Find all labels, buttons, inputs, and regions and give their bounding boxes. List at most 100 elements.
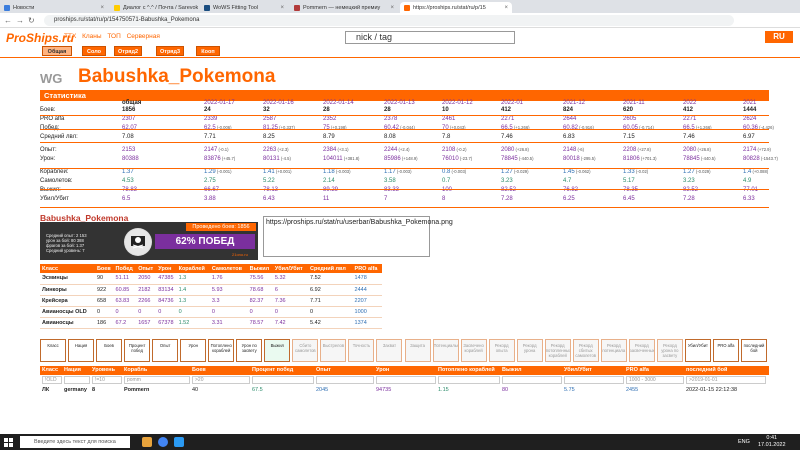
ships-table-header-cell[interactable]: Нация [64,366,81,375]
ships-filter-input[interactable]: 1000 - 3000 [626,376,684,384]
nav-link-ttx[interactable]: ТТХ [64,33,76,40]
ships-table-header-cell[interactable]: Выжил [502,366,521,375]
ships-filter-input[interactable]: pomm [124,376,190,384]
filter-toggle-button[interactable]: Рекорд урона по засвету [656,339,683,362]
close-icon[interactable]: × [390,5,394,11]
filter-toggle-button[interactable]: Выстрелов [320,339,347,362]
close-icon[interactable]: × [280,5,284,11]
mode-button-all[interactable]: Общая [42,46,72,56]
browser-tab[interactable]: Новости × [0,2,108,13]
stats-value: 620 [623,107,634,113]
filter-toggle-button[interactable]: Опыт [152,339,179,362]
stats-delta: (+26.8) [696,147,711,152]
table-row[interactable]: Крейсера 658 63.83 2266 84736 1.3 3.3 82.37 7.36… [40,295,382,307]
filter-toggle-button[interactable]: последний бой [740,339,767,362]
system-clock[interactable]: 0:41 17.01.2022 [758,435,786,449]
ships-table-header-cell[interactable]: Уровень [92,366,115,375]
filter-toggle-button[interactable]: Захват [376,339,403,362]
ships-filter-input[interactable] [64,376,90,384]
mode-button-div3[interactable]: Отряд3 [156,46,184,56]
stats-cell: 83876 (+45.7) [204,155,235,163]
browser-tab[interactable]: https://proships.ru/stat/ru/p/15 × [400,2,512,13]
nav-link-server[interactable]: Серверная [127,33,160,40]
ships-table-header-cell[interactable]: Урон [376,366,389,375]
ships-table-header-cell[interactable]: Боев [192,366,206,375]
mode-button-div2[interactable]: Отряд2 [114,46,142,56]
filter-toggle-button[interactable]: Боев [96,339,123,362]
stats-value: 76.82 [563,187,579,193]
filter-toggle-button[interactable]: Рекорд сбитых самолетов [572,339,599,362]
table-row[interactable]: ЛК germany 8 Pommern 40 67.5 2045 94735 1.15 80 5.… [40,386,769,395]
ships-table-header-cell[interactable]: Корабль [124,366,147,375]
filter-toggle-button[interactable]: Точность [348,339,375,362]
ships-filter-input[interactable]: !OLD [42,376,62,384]
table-row[interactable]: Авианосцы 186 67.2 1657 67378 1.52 3.31 78.57 7.… [40,317,382,329]
filter-toggle-button[interactable]: Рекорд потенциала [600,339,627,362]
chrome-icon[interactable] [158,437,168,447]
userbar-url-textarea[interactable]: https://proships.ru/stat/ru/userbar/Babu… [263,216,453,257]
ships-filter-input[interactable] [564,376,624,384]
filter-toggle-button[interactable]: Процент побед [124,339,151,362]
taskbar-search-input[interactable]: Введите здесь текст для поиска [20,436,130,448]
class-stats-table: Класс Боев Побед Опыт Урон Кораблей Самолетов В… [40,264,382,329]
stats-value: 2.75 [204,178,216,184]
browser-tab[interactable]: Pommern — немецкий премиу × [290,2,398,13]
filter-toggle-button[interactable]: Убил/Убит [684,339,711,362]
table-row[interactable]: Линкоры 922 60.85 2182 83134 1.4 5.93 78.68 6 6.9… [40,284,382,296]
ships-filter-input[interactable] [438,376,500,384]
table-row[interactable]: Авианосцы OLD 0 0 0 0 0 0 0 0 0 1000 [40,306,382,318]
ships-filter-input[interactable] [316,376,374,384]
ships-table-header-cell[interactable]: Процент побед [252,366,293,375]
ships-table-cell: 5.75 [564,387,575,393]
search-input[interactable]: nick / tag [345,31,515,44]
filter-toggle-button[interactable]: Выжил [264,339,291,362]
ships-table-header-cell[interactable]: Потоплено кораблей [438,366,495,375]
filter-toggle-button[interactable]: Защита [404,339,431,362]
ships-table-header-cell[interactable]: PRO alfa [626,366,649,375]
ships-table-header-cell[interactable]: Опыт [316,366,331,375]
ships-table-header-cell[interactable]: Убил/Убит [564,366,592,375]
filter-toggle-button[interactable]: Рекорд опыта [488,339,515,362]
filter-toggle-button[interactable]: Потенциальн [432,339,459,362]
close-icon[interactable]: × [100,5,104,11]
keyboard-language[interactable]: ENG [738,439,750,445]
ships-table-header-cell[interactable]: Класс [42,366,58,375]
filter-toggle-button[interactable]: Урон [180,339,207,362]
mode-button-solo[interactable]: Соло [82,46,106,56]
reload-icon[interactable]: ↻ [28,15,35,26]
back-icon[interactable]: ← [4,15,12,26]
forward-icon[interactable]: → [16,15,24,26]
filter-toggle-button[interactable]: Сбито самолетов [292,339,319,362]
filter-toggle-button[interactable]: PRO alfa [712,339,739,362]
ships-filter-input[interactable]: !=10 [92,376,122,384]
ships-filter-input[interactable] [502,376,562,384]
player-clan[interactable]: WG [40,71,62,86]
nav-link-top[interactable]: ТОП [107,33,120,40]
windows-start-icon[interactable] [4,438,13,447]
app-icon[interactable] [174,437,184,447]
filter-toggle-button[interactable]: Урон по засвету [236,339,263,362]
mode-button-coop[interactable]: Кооп [196,46,220,56]
ships-table-header-cell[interactable]: последний бой [686,366,727,375]
filter-toggle-button[interactable]: Рекорд потопленных кораблей [544,339,571,362]
ships-filter-input[interactable] [376,376,436,384]
stats-cell: 8.25 [263,133,275,141]
language-button[interactable]: RU [765,31,793,43]
filter-toggle-button[interactable]: Потоплено кораблей [208,339,235,362]
browser-tab[interactable]: Диалог с ^.^ / Почта / Sarevok× [110,2,198,13]
filter-toggle-button[interactable]: Класс [40,339,67,362]
filter-toggle-button[interactable]: Нация [68,339,95,362]
nav-link-clans[interactable]: Кланы [82,33,101,40]
close-icon[interactable]: × [504,5,508,11]
table-row[interactable]: Эсминцы 90 51.11 2050 47385 1.3 1.76 75.56 5.32 7… [40,273,382,285]
ships-filter-input[interactable] [252,376,314,384]
player-name: Babushka_Pokemona [78,66,276,87]
explorer-icon[interactable] [142,437,152,447]
ships-filter-input[interactable]: >2019-01-01 [686,376,766,384]
ships-filter-input[interactable]: >20 [192,376,250,384]
url-input[interactable]: proships.ru/stat/ru/p/154750571-Babushka… [44,15,734,26]
browser-tab[interactable]: WoWS Fitting Tool × [200,2,288,13]
filter-toggle-button[interactable]: Засвечено кораблей [460,339,487,362]
filter-toggle-button[interactable]: Рекорд засвеченных [628,339,655,362]
filter-toggle-button[interactable]: Рекорд урона [516,339,543,362]
